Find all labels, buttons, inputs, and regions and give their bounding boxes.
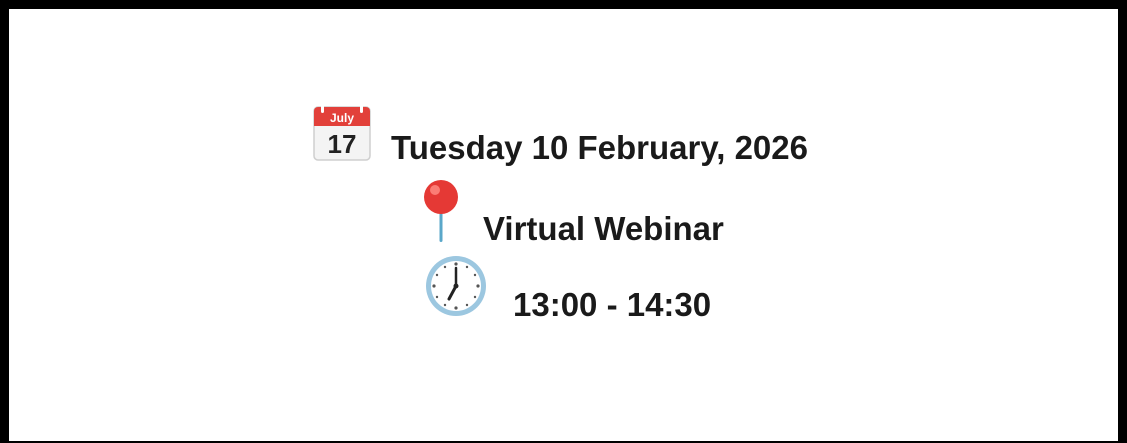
- event-card: July 17 Tuesday 10 February, 2026 Virtua…: [0, 0, 1127, 443]
- round-pushpin-icon: [421, 179, 461, 243]
- event-time-text: 13:00 - 14:30: [513, 286, 712, 323]
- event-time-row: 13:00 - 14:30: [424, 254, 712, 323]
- calendar-icon: July 17: [312, 104, 372, 162]
- calendar-month-label: July: [330, 111, 354, 125]
- event-date-text: Tuesday 10 February, 2026: [391, 129, 808, 166]
- clock-seven-icon: [424, 254, 488, 318]
- event-location-row: Virtual Webinar: [421, 179, 724, 247]
- event-date-row: July 17 Tuesday 10 February, 2026: [312, 104, 808, 166]
- event-location-text: Virtual Webinar: [483, 210, 724, 247]
- calendar-day-label: 17: [328, 129, 357, 159]
